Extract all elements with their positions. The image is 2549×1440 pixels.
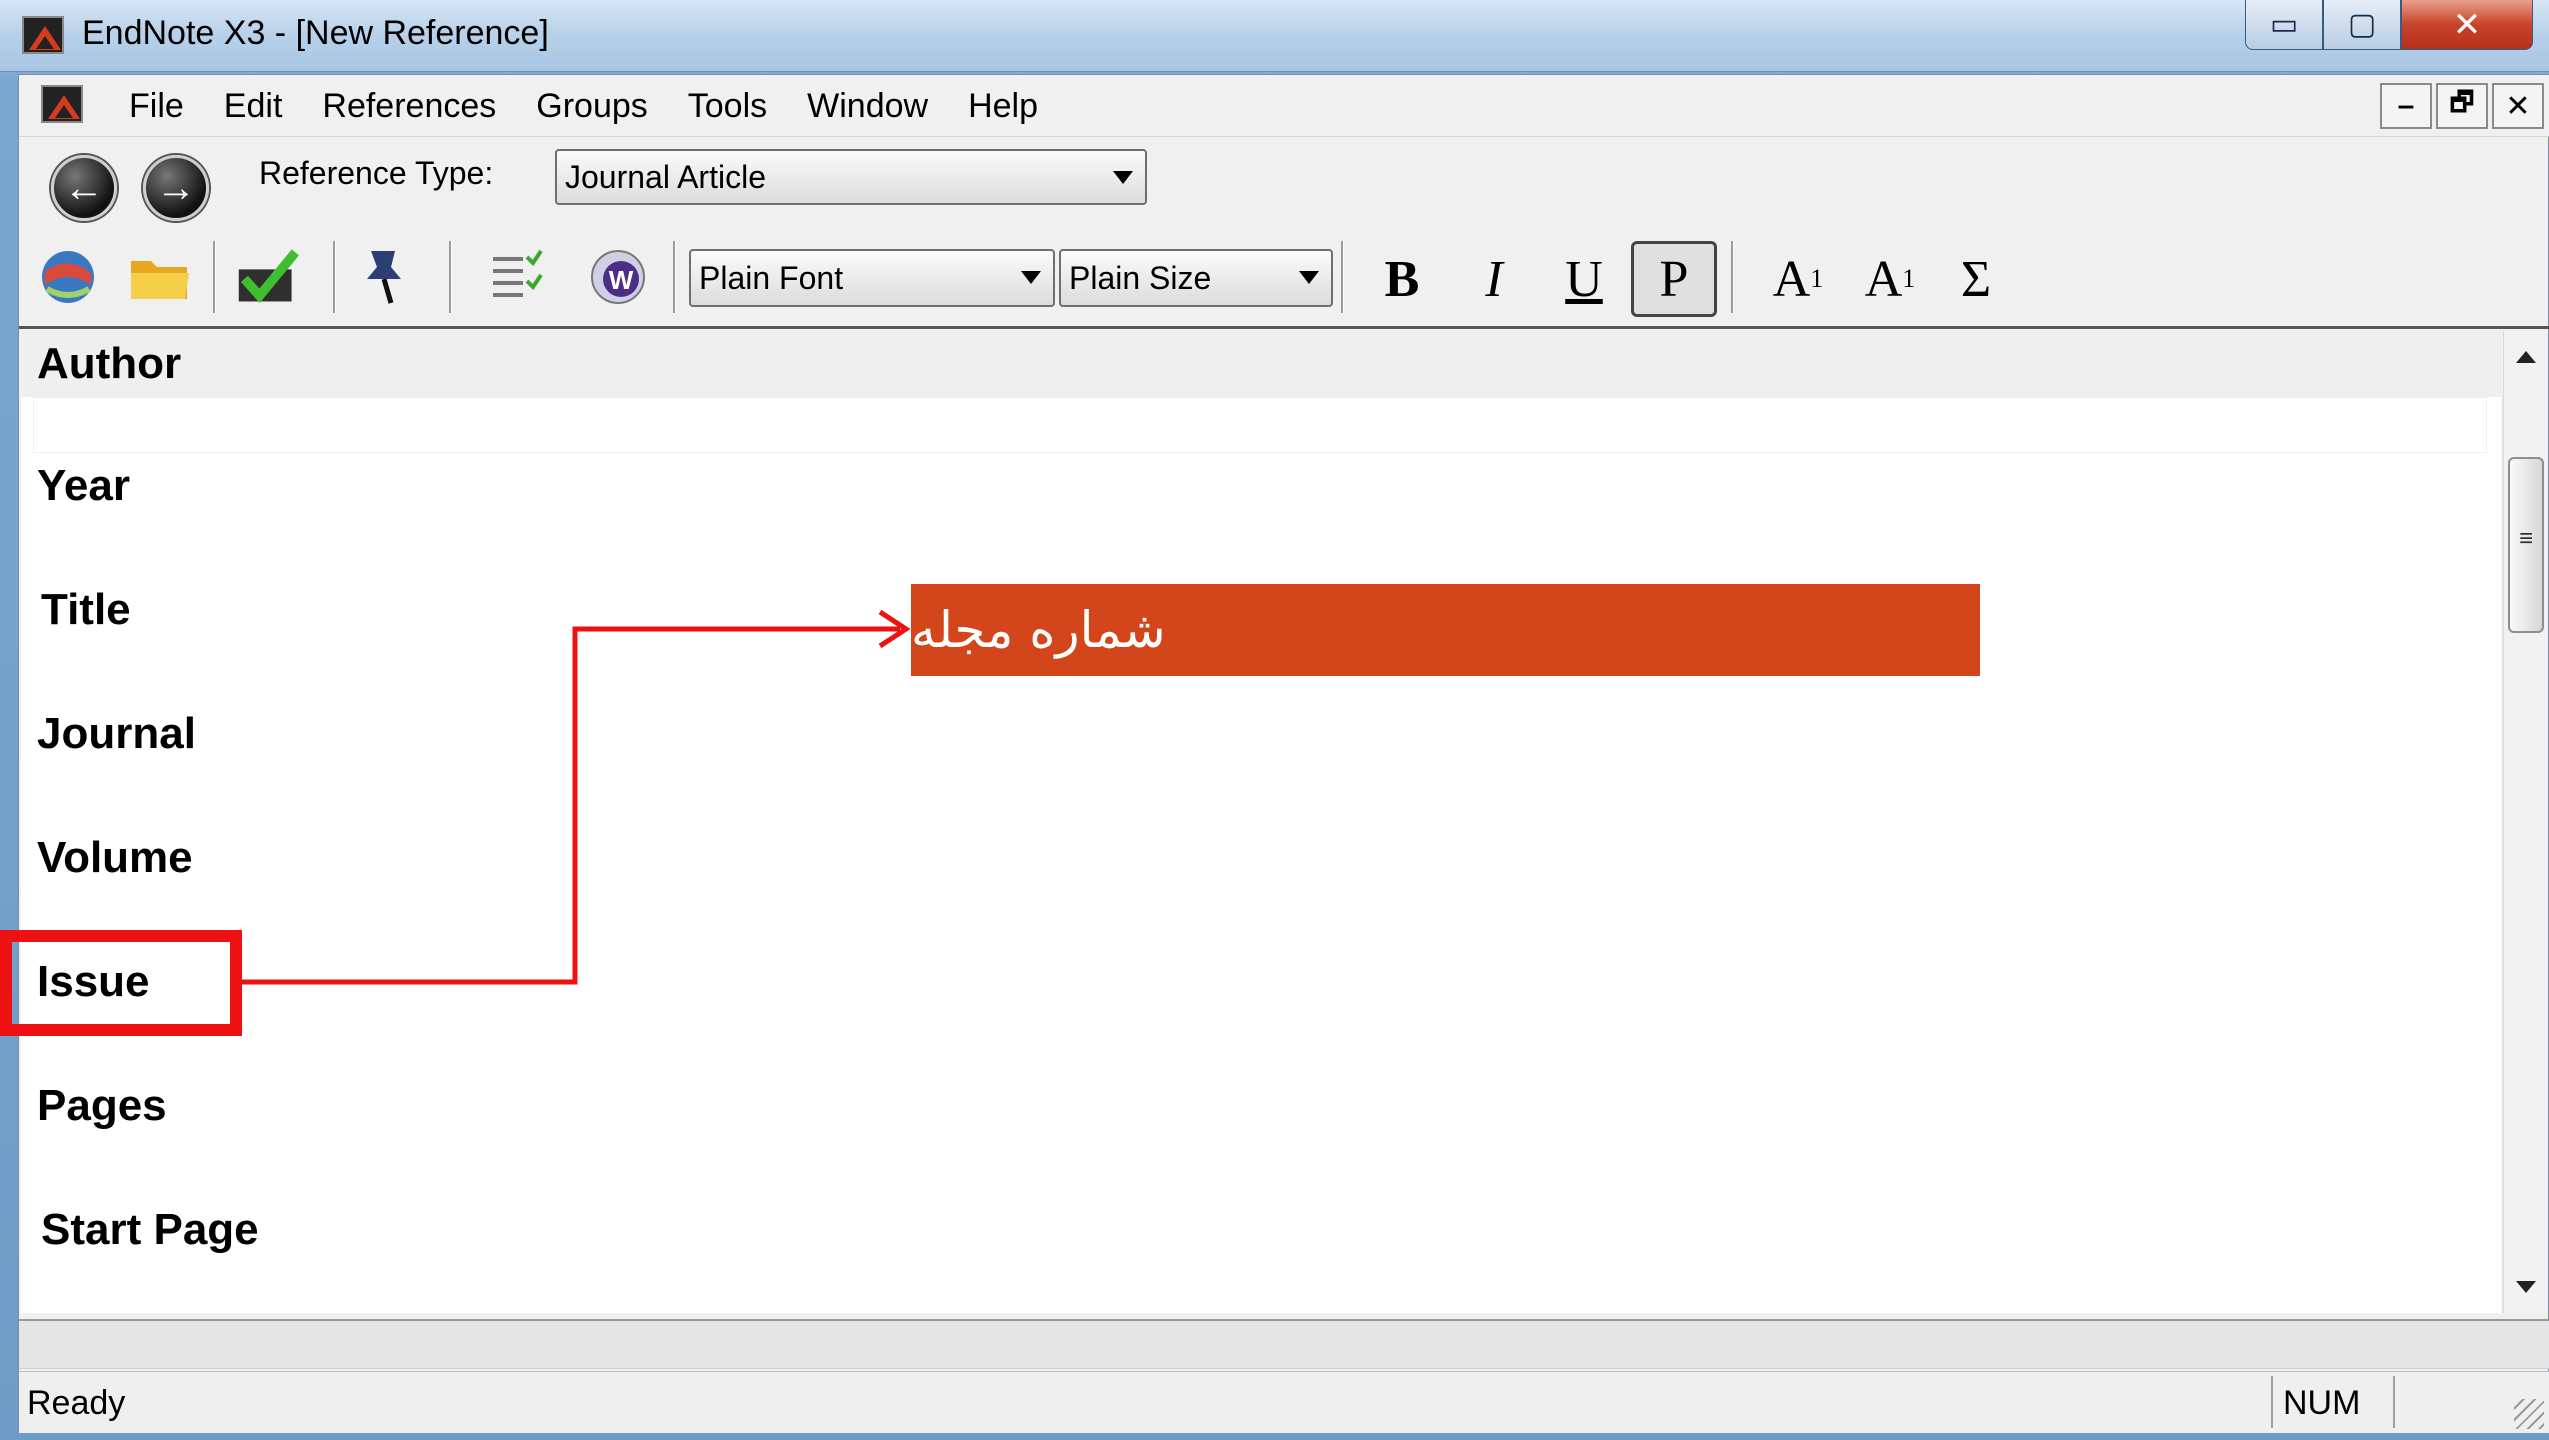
toolbar-separator — [673, 241, 676, 313]
resize-grip-icon[interactable] — [2514, 1399, 2544, 1429]
checkmark-icon — [238, 249, 299, 304]
subscript-button[interactable]: A1 — [1847, 241, 1933, 317]
field-label-title: Title — [41, 585, 131, 634]
bold-button[interactable]: B — [1359, 241, 1445, 317]
toolbar-separator — [213, 241, 216, 313]
status-text: Ready — [27, 1384, 126, 1422]
close-icon: ✕ — [2452, 5, 2482, 44]
field-label-start-page: Start Page — [41, 1205, 259, 1254]
forward-button[interactable]: → — [143, 155, 209, 221]
formatting-toolbar: W Plain Font Plain Size B I U P A1 A1 Σ — [19, 227, 2549, 329]
mark-reference-button[interactable] — [235, 245, 301, 307]
scroll-down-icon[interactable] — [2516, 1281, 2536, 1293]
scrollbar-thumb[interactable]: ≡ — [2508, 457, 2544, 633]
dropdown-arrow-icon — [1299, 271, 1319, 284]
reference-type-value: Journal Article — [565, 158, 766, 195]
underline-button[interactable]: U — [1541, 241, 1627, 317]
size-select[interactable]: Plain Size — [1059, 249, 1333, 307]
word-icon: W — [591, 250, 645, 304]
author-label-band — [21, 331, 2501, 397]
arrow-left-icon: ← — [64, 165, 104, 210]
toolbar-separator — [449, 241, 452, 313]
lower-panel-strip — [19, 1319, 2549, 1369]
menu-tools[interactable]: Tools — [668, 85, 787, 127]
field-label-journal: Journal — [37, 709, 196, 758]
document-restore-button[interactable]: 🗗 — [2436, 83, 2488, 129]
menu-edit[interactable]: Edit — [204, 85, 303, 127]
field-label-year: Year — [37, 461, 130, 510]
field-label-author: Author — [37, 339, 182, 388]
menu-file[interactable]: File — [109, 85, 204, 127]
font-select-value: Plain Font — [699, 259, 844, 296]
word-button[interactable]: W — [585, 245, 651, 307]
author-input[interactable] — [33, 397, 2487, 453]
symbol-button[interactable]: Σ — [1933, 241, 2019, 317]
endnote-logo-icon — [22, 16, 64, 54]
field-label-volume: Volume — [37, 833, 193, 882]
field-label-pages: Pages — [37, 1081, 167, 1130]
plain-button[interactable]: P — [1631, 241, 1717, 317]
open-folder-button[interactable] — [127, 245, 193, 307]
reference-fields-panel: Author Year Title Journal Volume Issue P… — [21, 331, 2501, 1313]
dropdown-arrow-icon — [1021, 271, 1041, 284]
toolbar-separator — [1731, 241, 1734, 313]
menu-bar: File Edit References Groups Tools Window… — [19, 75, 2549, 137]
subscript-mark: 1 — [1902, 264, 1916, 293]
dropdown-arrow-icon — [1113, 171, 1133, 184]
pin-button[interactable] — [351, 245, 417, 307]
svg-text:W: W — [609, 265, 634, 295]
online-search-button[interactable] — [35, 245, 101, 307]
window-title: EndNote X3 - [New Reference] — [82, 14, 549, 52]
menu-items: File Edit References Groups Tools Window… — [109, 85, 1058, 127]
client-area: File Edit References Groups Tools Window… — [18, 74, 2549, 1433]
restore-icon: 🗗 — [2449, 87, 2475, 117]
reference-type-row: ← → Reference Type: Journal Article — [19, 137, 2549, 227]
checklist-button[interactable] — [483, 245, 549, 307]
minimize-window-button[interactable]: ▭ — [2245, 0, 2323, 50]
menu-help[interactable]: Help — [948, 85, 1058, 127]
toolbar-separator — [333, 241, 336, 313]
checklist-icon — [493, 249, 543, 297]
menu-window[interactable]: Window — [787, 85, 948, 127]
menu-groups[interactable]: Groups — [516, 85, 668, 127]
caption-buttons: ▭ ▢ ✕ — [2245, 0, 2533, 52]
size-select-value: Plain Size — [1069, 259, 1212, 296]
document-window-buttons: – 🗗 ✕ — [2380, 83, 2544, 129]
italic-button[interactable]: I — [1451, 241, 1537, 317]
num-lock-indicator: NUM — [2271, 1376, 2395, 1428]
document-close-button[interactable]: ✕ — [2492, 83, 2544, 129]
pushpin-icon — [367, 251, 401, 304]
back-button[interactable]: ← — [51, 155, 117, 221]
globe-icon — [42, 251, 94, 303]
endnote-window: EndNote X3 - [New Reference] ▭ ▢ ✕ File … — [0, 0, 2549, 1440]
superscript-button[interactable]: A1 — [1755, 241, 1841, 317]
subscript-letter: A — [1864, 250, 1903, 308]
issue-highlight-box — [0, 930, 242, 1036]
reference-type-label: Reference Type: — [259, 155, 494, 191]
title-bar: EndNote X3 - [New Reference] ▭ ▢ ✕ — [0, 0, 2549, 72]
superscript-mark: 1 — [1810, 264, 1824, 293]
minimize-icon: – — [2397, 89, 2415, 122]
maximize-window-button[interactable]: ▢ — [2323, 0, 2401, 50]
maximize-icon: ▢ — [2347, 8, 2377, 41]
menu-references[interactable]: References — [302, 85, 516, 127]
arrow-right-icon: → — [156, 165, 196, 210]
superscript-letter: A — [1772, 250, 1811, 308]
status-bar: Ready NUM — [19, 1371, 2549, 1433]
close-window-button[interactable]: ✕ — [2401, 0, 2533, 50]
document-logo-icon[interactable] — [41, 85, 83, 123]
reference-type-select[interactable]: Journal Article — [555, 149, 1147, 205]
scroll-up-icon[interactable] — [2516, 351, 2536, 363]
vertical-scrollbar[interactable]: ≡ — [2503, 331, 2547, 1313]
minimize-icon: ▭ — [2269, 8, 2299, 41]
folder-icon — [131, 261, 189, 299]
toolbar-separator — [1341, 241, 1344, 313]
font-select[interactable]: Plain Font — [689, 249, 1055, 307]
document-minimize-button[interactable]: – — [2380, 83, 2432, 129]
grip-icon: ≡ — [2519, 525, 2534, 552]
annotation-callout: شماره مجله — [911, 584, 1980, 676]
close-icon: ✕ — [2505, 89, 2531, 123]
